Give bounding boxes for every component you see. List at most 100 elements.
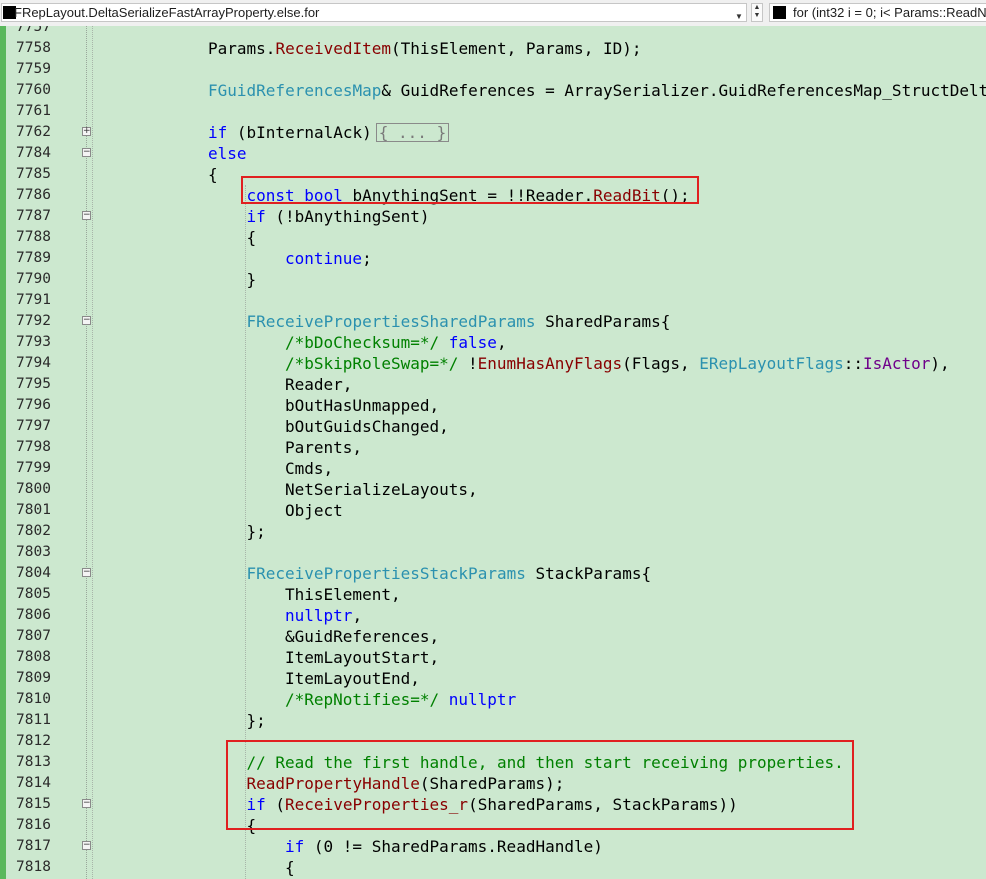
code-line[interactable]: 7790} xyxy=(0,269,986,290)
code-text: ItemLayoutEnd, xyxy=(285,668,420,689)
collapse-icon[interactable]: − xyxy=(82,211,91,220)
line-number: 7784 xyxy=(16,145,51,161)
collapse-icon[interactable]: − xyxy=(82,568,91,577)
code-line[interactable]: 7817 − if (0 != SharedParams.ReadHandle) xyxy=(0,836,986,857)
line-number: 7811 xyxy=(16,712,51,728)
line-number: 7759 xyxy=(16,61,51,77)
code-line[interactable]: 7796 bOutHasUnmapped, xyxy=(0,395,986,416)
code-token: , xyxy=(352,606,363,625)
collapse-icon[interactable]: − xyxy=(82,799,91,808)
code-token: (!bAnythingSent) xyxy=(265,207,430,226)
line-number: 7789 xyxy=(16,250,51,266)
code-token: if xyxy=(208,123,228,142)
code-line[interactable]: 7760 FGuidReferencesMap& GuidReferences =… xyxy=(0,80,986,101)
code-line[interactable]: 7803 xyxy=(0,542,986,563)
highlight-box-readbit xyxy=(241,176,699,204)
line-number: 7792 xyxy=(16,313,51,329)
code-token: bOutHasUnmapped, xyxy=(285,396,440,415)
collapse-icon[interactable]: − xyxy=(82,841,91,850)
code-line[interactable]: 7806 nullptr, xyxy=(0,605,986,626)
line-number: 7802 xyxy=(16,523,51,539)
line-number: 7761 xyxy=(16,103,51,119)
code-line[interactable]: 7793 /*bDoChecksum=*/ false, xyxy=(0,332,986,353)
code-line[interactable]: 7791 xyxy=(0,290,986,311)
line-number: 7757 xyxy=(16,26,51,35)
code-line[interactable]: 7800 NetSerializeLayouts, xyxy=(0,479,986,500)
code-text: FGuidReferencesMap& GuidReferences = Arr… xyxy=(208,80,986,101)
scope-dropdown[interactable]: FRepLayout.DeltaSerializeFastArrayProper… xyxy=(1,3,747,22)
code-line[interactable]: 7761 xyxy=(0,101,986,122)
code-line[interactable]: 7758 Params.ReceivedItem(ThisElement, Par… xyxy=(0,38,986,59)
code-token: ItemLayoutStart, xyxy=(285,648,440,667)
code-line[interactable]: 7759 xyxy=(0,59,986,80)
member-dropdown[interactable]: for (int32 i = 0; i< Params::ReadN xyxy=(769,3,986,22)
code-token: Parents, xyxy=(285,438,363,457)
expand-icon[interactable]: + xyxy=(82,127,91,136)
line-number: 7762 xyxy=(16,124,51,140)
scope-dropdown-arrow-icon[interactable]: ▼ xyxy=(732,7,746,26)
line-number: 7817 xyxy=(16,838,51,854)
line-number: 7814 xyxy=(16,775,51,791)
code-line[interactable]: 7799 Cmds, xyxy=(0,458,986,479)
line-number: 7803 xyxy=(16,544,51,560)
code-line[interactable]: 7807 &GuidReferences, xyxy=(0,626,986,647)
code-line[interactable]: 7792 − FReceivePropertiesSharedParams Shar… xyxy=(0,311,986,332)
code-token: /*bSkipRoleSwap=*/ xyxy=(285,354,459,373)
code-text: ThisElement, xyxy=(285,584,401,605)
code-line[interactable]: 7818 { xyxy=(0,857,986,878)
line-number: 7816 xyxy=(16,817,51,833)
code-text: /*bSkipRoleSwap=*/ !EnumHasAnyFlags(Flag… xyxy=(285,353,950,374)
code-line[interactable]: 7794 /*bSkipRoleSwap=*/ !EnumHasAnyFlags(… xyxy=(0,353,986,374)
code-line[interactable]: 7787 − if (!bAnythingSent) xyxy=(0,206,986,227)
code-line[interactable]: 7795 Reader, xyxy=(0,374,986,395)
code-text: Parents, xyxy=(285,437,362,458)
code-text: bOutGuidsChanged, xyxy=(285,416,449,437)
code-line[interactable]: 7802}; xyxy=(0,521,986,542)
line-number: 7791 xyxy=(16,292,51,308)
collapse-icon[interactable]: − xyxy=(82,316,91,325)
code-text: { xyxy=(208,164,218,185)
split-toggle-button[interactable]: ▲ ▼ xyxy=(751,3,763,22)
code-token: NetSerializeLayouts, xyxy=(285,480,478,499)
code-token: FReceivePropertiesSharedParams xyxy=(246,312,536,331)
line-number: 7806 xyxy=(16,607,51,623)
code-token: & GuidReferences = ArraySerializer.GuidR… xyxy=(381,81,986,100)
code-token: }; xyxy=(246,711,266,730)
line-number: 7799 xyxy=(16,460,51,476)
code-line[interactable]: 7798 Parents, xyxy=(0,437,986,458)
code-token: ERepLayoutFlags xyxy=(699,354,844,373)
collapsed-block[interactable]: { ... } xyxy=(375,123,450,142)
code-editor-window: FRepLayout.DeltaSerializeFastArrayProper… xyxy=(0,0,986,879)
code-token: nullptr xyxy=(448,690,517,709)
code-line[interactable]: 7784 − else xyxy=(0,143,986,164)
line-number: 7800 xyxy=(16,481,51,497)
line-number: 7788 xyxy=(16,229,51,245)
line-number: 7785 xyxy=(16,166,51,182)
collapse-icon[interactable]: − xyxy=(82,148,91,157)
line-number: 7795 xyxy=(16,376,51,392)
code-token: Reader, xyxy=(285,375,353,394)
line-number: 7813 xyxy=(16,754,51,770)
code-token: FReceivePropertiesStackParams xyxy=(246,564,526,583)
code-view[interactable]: 7757 7758 Params.ReceivedItem(ThisElement,… xyxy=(0,26,986,879)
code-token: (bInternalAck) xyxy=(227,123,372,142)
code-line[interactable]: 7811}; xyxy=(0,710,986,731)
code-token: /*bDoChecksum=*/ xyxy=(285,333,440,352)
code-line[interactable]: 7757 xyxy=(0,26,986,38)
code-line[interactable]: 7809 ItemLayoutEnd, xyxy=(0,668,986,689)
code-line[interactable]: 7804 − FReceivePropertiesStackParams Stack… xyxy=(0,563,986,584)
code-line[interactable]: 7788 { xyxy=(0,227,986,248)
code-token: nullptr xyxy=(285,606,353,625)
code-line[interactable]: 7789 continue; xyxy=(0,248,986,269)
code-token: EnumHasAnyFlags xyxy=(477,354,623,373)
code-line[interactable]: 7801 Object xyxy=(0,500,986,521)
code-line[interactable]: 7805 ThisElement, xyxy=(0,584,986,605)
code-line[interactable]: 7762 + if (bInternalAck){ ... } xyxy=(0,122,986,143)
line-number: 7798 xyxy=(16,439,51,455)
code-line[interactable]: 7810 /*RepNotifies=*/ nullptr xyxy=(0,689,986,710)
member-label: for (int32 i = 0; i< Params::ReadN xyxy=(793,5,986,20)
code-token: }; xyxy=(246,522,266,541)
code-line[interactable]: 7808 ItemLayoutStart, xyxy=(0,647,986,668)
code-line[interactable]: 7797 bOutGuidsChanged, xyxy=(0,416,986,437)
